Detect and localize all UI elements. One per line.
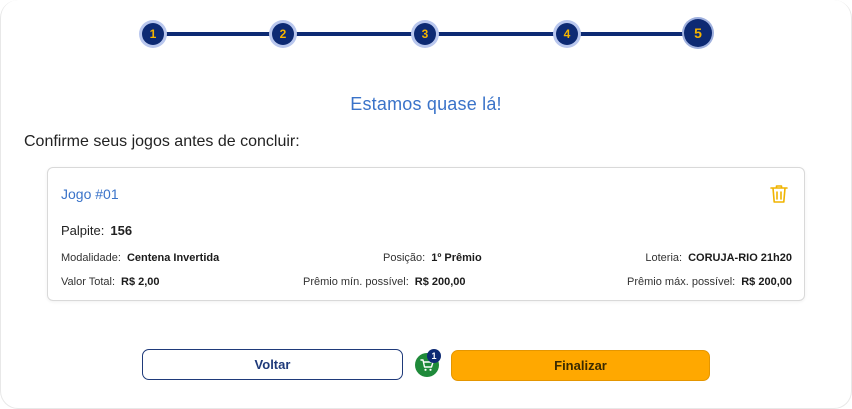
loteria-label: Loteria:	[645, 252, 683, 264]
trash-icon[interactable]	[770, 184, 788, 204]
step-3-number: 3	[421, 27, 429, 41]
cart-count-badge: 1	[427, 349, 441, 363]
palpite-row: Palpite: 156	[61, 223, 132, 238]
game-title: Jogo #01	[61, 186, 119, 202]
loteria-value: CORUJA-RIO 21h20	[688, 252, 792, 264]
back-button[interactable]: Voltar	[142, 349, 403, 380]
progress-stepper: 1 2 3 4 5	[0, 0, 852, 70]
valor-total-row: Valor Total: R$ 2,00	[61, 276, 160, 288]
posicao-row: Posição: 1º Prêmio	[383, 252, 482, 264]
modalidade-label: Modalidade:	[61, 252, 121, 264]
premio-max-value: R$ 200,00	[741, 276, 792, 288]
finish-button[interactable]: Finalizar	[451, 350, 710, 381]
modalidade-row: Modalidade: Centena Invertida	[61, 252, 219, 264]
valor-total-label: Valor Total:	[61, 276, 116, 288]
valor-total-value: R$ 2,00	[121, 276, 160, 288]
premio-min-label: Prêmio mín. possível:	[303, 276, 409, 288]
step-1[interactable]: 1	[142, 23, 164, 45]
step-4-number: 4	[563, 27, 571, 41]
step-1-number: 1	[149, 27, 157, 41]
step-2[interactable]: 2	[272, 23, 294, 45]
step-3[interactable]: 3	[414, 23, 436, 45]
posicao-value: 1º Prêmio	[431, 252, 482, 264]
page-headline: Estamos quase lá!	[350, 94, 502, 114]
premio-max-row: Prêmio máx. possível: R$ 200,00	[627, 276, 792, 288]
step-2-number: 2	[279, 27, 287, 41]
palpite-value: 156	[110, 223, 133, 238]
page-subtitle: Confirme seus jogos antes de concluir:	[24, 133, 300, 150]
modalidade-value: Centena Invertida	[126, 252, 220, 264]
step-5-number: 5	[694, 25, 702, 41]
posicao-label: Posição:	[383, 252, 426, 264]
loteria-row: Loteria: CORUJA-RIO 21h20	[645, 252, 792, 264]
step-4[interactable]: 4	[556, 23, 578, 45]
game-card: Jogo #01 Palpite: 156 Modalidade: Centena …	[47, 167, 805, 301]
palpite-label: Palpite:	[61, 223, 105, 238]
premio-max-label: Prêmio máx. possível:	[627, 276, 736, 288]
step-5-active: 5	[684, 19, 712, 47]
premio-min-value: R$ 200,00	[414, 276, 466, 288]
premio-min-row: Prêmio mín. possível: R$ 200,00	[303, 276, 466, 288]
